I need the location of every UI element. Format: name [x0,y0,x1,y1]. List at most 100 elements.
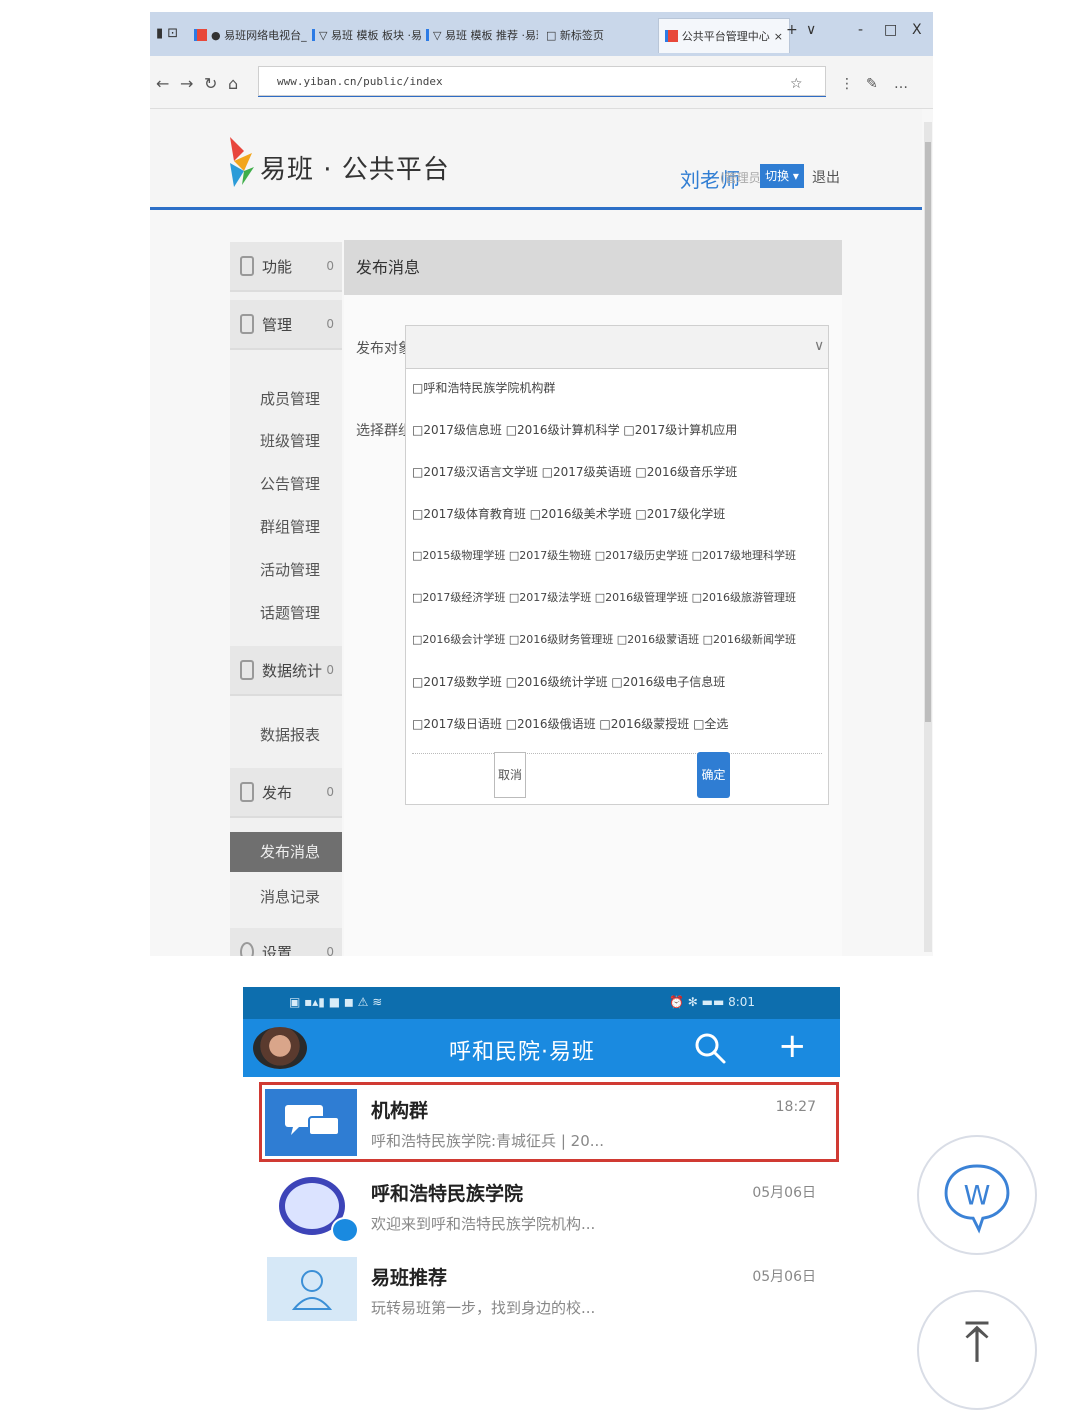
class-checkbox-row[interactable]: □2015级物理学班 □2017级生物班 □2017级历史学班 □2017级地理… [412,547,796,563]
highlight-box [259,1082,839,1162]
class-checkbox-row[interactable]: □2017级数学班 □2016级统计学班 □2016级电子信息班 [412,673,725,690]
app-bar: 呼和民院·易班 + [243,1019,840,1077]
person-icon [267,1257,357,1321]
url-input[interactable]: www.yiban.cn/public/index [258,66,826,96]
more-menu-icon[interactable]: … [894,76,908,92]
extensions-icon[interactable]: ⋮ [840,76,854,92]
sidebar-item-group[interactable]: 群组管理 [260,516,320,537]
grid-icon [240,256,254,276]
tab-label: □ 新标签页 [546,29,604,42]
tab-favicon-icon [426,29,429,41]
search-icon[interactable] [693,1031,727,1065]
list-divider [412,753,822,754]
sidebar-section-publish[interactable]: 发布 0 [230,768,342,818]
sidebar-item-publish-message-active[interactable]: 发布消息 [230,832,342,872]
sidebar-section-label: 管理 [262,315,293,334]
app-title: 呼和民院·易班 [449,1040,595,1065]
class-checkbox-row[interactable]: □2017级体育教育班 □2016级美术学班 □2017级化学班 [412,505,725,522]
chevron-down-icon[interactable]: ∨ [814,338,824,354]
class-checkbox-row[interactable]: □2017级汉语言文学班 □2017级英语班 □2016级音乐学班 [412,463,737,480]
org-group-checkbox[interactable]: □呼和浩特民族学院机构群 [412,379,555,396]
tab-label: ▽ 易班 模板 推荐 ·易班 [433,29,538,42]
phone-screenshot: ▣ ▪▴▮ ■ ◼ ⚠ ≋ ⏰ ✻ ▬▬ 8:01 呼和民院·易班 + 机构群 … [243,987,840,1361]
cancel-button[interactable]: 取消 [494,752,526,798]
class-checkbox-row[interactable]: □2016级会计学班 □2016级财务管理班 □2016级蒙语班 □2016级新… [412,631,796,647]
user-icon [240,314,254,334]
status-right-icons: ⏰ ✻ ▬▬ 8:01 [669,995,756,1009]
settings-icon [240,942,254,956]
ok-button[interactable]: 确定 [697,752,730,798]
restore-button[interactable]: □ [884,22,897,38]
tab-1[interactable]: ● 易班网络电视台_ [194,18,312,52]
sidebar: 功能 0 管理 0 成员管理 班级管理 公告管理 群组管理 活动管理 话题管理 … [230,242,342,956]
chat-time: 05月06日 [752,1185,816,1201]
chat-time: 05月06日 [752,1269,816,1285]
refresh-button[interactable]: ↻ [204,74,217,93]
tab-label: 公共平台管理中心 [681,30,770,43]
new-tab-button[interactable]: + [786,22,798,38]
back-to-top-button[interactable]: ⤒ [917,1290,1037,1410]
panel-title: 发布消息 [344,240,842,295]
sidebar-item-activity[interactable]: 活动管理 [260,559,320,580]
tab-favicon-icon [665,30,678,42]
app-shortcut-button[interactable]: W [917,1135,1037,1255]
sidebar-item-notice[interactable]: 公告管理 [260,473,320,494]
sidebar-count: 0 [326,317,334,331]
sidebar-section-stats[interactable]: 数据统计 0 [230,646,342,696]
avatar[interactable] [253,1027,307,1069]
group-checkbox-list: □呼和浩特民族学院机构群 □2017级信息班 □2016级计算机科学 □2017… [405,369,829,805]
close-tab-icon[interactable]: × [774,30,783,43]
sidebar-section-settings[interactable]: 设置 0 [230,928,342,956]
tab-3[interactable]: ▽ 易班 模板 推荐 ·易班 [426,18,538,52]
verified-badge-icon [331,1217,359,1243]
sidebar-section-label: 设置 [262,943,293,957]
sidebar-item-report[interactable]: 数据报表 [260,724,320,745]
sidebar-item-message-record[interactable]: 消息记录 [260,886,320,907]
sidebar-item-class[interactable]: 班级管理 [260,430,320,451]
tab-4[interactable]: □ 新标签页 [546,18,626,52]
tab-5-active[interactable]: 公共平台管理中心 × [658,18,790,53]
browser-tab-bar: ▮ ⊡ ● 易班网络电视台_ ▽ 易班 模板 板块 ·易班 ▽ 易班 模板 推荐… [150,12,933,56]
class-checkbox-row[interactable]: □2017级日语班 □2016级俄语班 □2016级蒙授班 □全选 [412,715,728,732]
publish-message-panel: 发布消息 发布对象: ∨ 选择群组: □呼和浩特民族学院机构群 □2017级信息… [344,240,842,956]
sidebar-section-manage[interactable]: 管理 0 [230,300,342,350]
switch-button[interactable]: 切换 ▾ [760,164,804,188]
tab-label: ● 易班网络电视台_ [211,29,307,42]
back-button[interactable]: ← [156,74,169,93]
bookmark-star-icon[interactable]: ☆ [790,76,803,92]
plus-icon[interactable]: + [778,1029,807,1063]
home-button[interactable]: ⌂ [228,74,238,93]
tab-2[interactable]: ▽ 易班 模板 板块 ·易班 [312,18,422,52]
target-select[interactable] [405,325,829,369]
chat-title: 呼和浩特民族学院 [371,1183,524,1205]
edit-icon[interactable]: ✎ [866,76,878,92]
status-bar: ▣ ▪▴▮ ■ ◼ ⚠ ≋ ⏰ ✻ ▬▬ 8:01 [243,987,840,1019]
lock-icon [240,782,254,802]
chat-preview: 玩转易班第一步，找到身边的校... [371,1299,596,1317]
sidebar-section-label: 功能 [262,257,293,276]
sidebar-item-member[interactable]: 成员管理 [260,388,320,409]
chart-icon [240,660,254,680]
sidebar-item-topic[interactable]: 话题管理 [260,602,320,623]
sidebar-count: 0 [326,945,334,956]
class-checkbox-row[interactable]: □2017级信息班 □2016级计算机科学 □2017级计算机应用 [412,421,737,438]
class-checkbox-row[interactable]: □2017级经济学班 □2017级法学班 □2016级管理学班 □2016级旅游… [412,589,796,605]
sidebar-section-label: 发布 [262,783,293,802]
tab-favicon-icon [312,29,315,41]
chat-preview: 欢迎来到呼和浩特民族学院机构... [371,1215,596,1233]
forward-button[interactable]: → [180,74,193,93]
chat-title: 易班推荐 [371,1267,448,1289]
yiban-logo-icon [230,137,254,187]
arrow-to-top-icon: ⤒ [964,1310,990,1375]
tab-label: ▽ 易班 模板 板块 ·易班 [319,29,422,42]
close-window-button[interactable]: X [912,22,922,38]
scrollbar-thumb[interactable] [925,142,931,722]
exit-link[interactable]: 退出 [812,167,840,187]
browser-menu-icon[interactable]: ▮ ⊡ [156,26,178,41]
sidebar-section-function[interactable]: 功能 0 [230,242,342,292]
browser-screenshot: ▮ ⊡ ● 易班网络电视台_ ▽ 易班 模板 板块 ·易班 ▽ 易班 模板 推荐… [150,12,933,956]
minimize-button[interactable]: - [858,22,863,38]
status-left-icons: ▣ ▪▴▮ ■ ◼ ⚠ ≋ [289,995,383,1009]
tab-list-button[interactable]: ∨ [806,22,816,38]
sidebar-section-label: 数据统计 [262,661,323,680]
